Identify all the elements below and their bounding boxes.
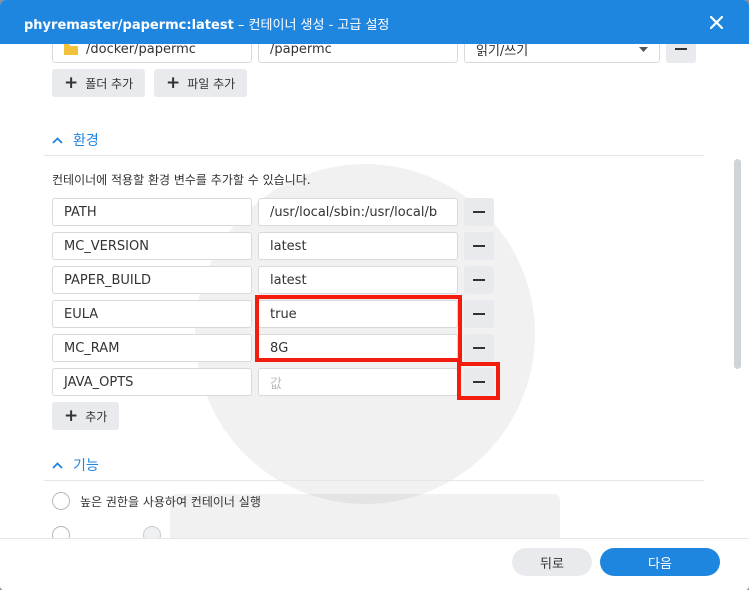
add-file-label: 파일 추가	[187, 76, 236, 91]
remove-env-button[interactable]	[464, 266, 494, 294]
env-value-field[interactable]: latest	[258, 266, 458, 294]
env-section-title: 환경	[73, 133, 99, 149]
volume-mode-select[interactable]: 읽기/쓰기	[464, 44, 660, 63]
minus-icon	[473, 347, 485, 349]
caret-down-icon	[639, 46, 648, 52]
add-file-button[interactable]: + 파일 추가	[154, 69, 248, 97]
next-button[interactable]: 다음	[600, 548, 720, 576]
env-value-text: /usr/local/sbin:/usr/local/b	[270, 204, 438, 220]
plus-icon: +	[64, 405, 79, 426]
env-name-text: EULA	[64, 306, 99, 322]
env-name-field[interactable]: PATH	[52, 198, 252, 226]
add-folder-label: 폴더 추가	[85, 76, 134, 91]
features-section-toggle[interactable]: 기능	[52, 455, 99, 475]
info-icon[interactable]	[143, 526, 161, 538]
highlight-eula-ram-values	[255, 295, 462, 362]
section-divider	[44, 155, 704, 156]
next-label: 다음	[648, 556, 672, 572]
remove-env-button[interactable]	[464, 300, 494, 328]
minus-icon	[473, 313, 485, 315]
env-value-field[interactable]: /usr/local/sbin:/usr/local/b	[258, 198, 458, 226]
env-value-text: latest	[270, 272, 307, 288]
advanced-settings-dialog: phyremaster/papermc:latest – 컨테이너 생성 - 고…	[0, 0, 749, 590]
plus-icon: +	[166, 72, 181, 93]
add-env-label: 추가	[85, 409, 108, 424]
dialog-title-suffix: – 컨테이너 생성 - 고급 설정	[233, 18, 390, 33]
env-name-field[interactable]: MC_RAM	[52, 334, 252, 362]
env-section-toggle[interactable]: 환경	[52, 130, 99, 150]
env-name-field[interactable]: PAPER_BUILD	[52, 266, 252, 294]
minus-icon	[473, 245, 485, 247]
minus-icon	[473, 211, 485, 213]
back-button[interactable]: 뒤로	[512, 548, 592, 576]
features-section-title: 기능	[73, 458, 99, 474]
volume-host-path-text: /docker/papermc	[86, 44, 196, 57]
volume-mount-path[interactable]: /papermc	[258, 44, 458, 63]
resource-limit-checkbox[interactable]	[52, 526, 70, 538]
env-name-field[interactable]: EULA	[52, 300, 252, 328]
env-value-text: latest	[270, 238, 307, 254]
section-divider	[44, 480, 704, 481]
env-name-field[interactable]: MC_VERSION	[52, 232, 252, 260]
remove-env-button[interactable]	[464, 334, 494, 362]
dialog-title: phyremaster/papermc:latest – 컨테이너 생성 - 고…	[24, 14, 389, 33]
env-description: 컨테이너에 적용할 환경 변수를 추가할 수 있습니다.	[52, 173, 311, 187]
dialog-footer: 뒤로 다음	[0, 538, 749, 590]
env-value-placeholder: 값	[270, 376, 282, 392]
chevron-up-icon	[52, 461, 63, 469]
privileged-option-label: 높은 권한을 사용하여 컨테이너 실행	[80, 495, 261, 509]
close-icon	[709, 15, 723, 29]
chevron-up-icon	[52, 136, 63, 144]
remove-env-button[interactable]	[464, 198, 494, 226]
volume-host-path[interactable]: /docker/papermc	[52, 44, 252, 63]
minus-icon	[675, 48, 687, 50]
dialog-titlebar: phyremaster/papermc:latest – 컨테이너 생성 - 고…	[0, 0, 749, 44]
volume-mount-path-text: /papermc	[270, 44, 332, 57]
minus-icon	[473, 279, 485, 281]
dialog-content[interactable]: /docker/papermc /papermc 읽기/쓰기 + 폴더 추가 +…	[0, 44, 749, 538]
add-folder-button[interactable]: + 폴더 추가	[52, 69, 146, 97]
dialog-title-image: phyremaster/papermc:latest	[24, 18, 234, 33]
highlight-remove-java-opts	[457, 362, 500, 400]
volume-mode-text: 읽기/쓰기	[476, 44, 529, 59]
privileged-option-checkbox[interactable]	[52, 492, 70, 510]
plus-icon: +	[64, 72, 79, 93]
remove-volume-button[interactable]	[666, 44, 696, 63]
env-name-text: MC_RAM	[64, 340, 120, 356]
env-name-text: JAVA_OPTS	[64, 374, 134, 390]
add-env-button[interactable]: + 추가	[52, 402, 120, 430]
env-value-field[interactable]: 값	[258, 368, 458, 396]
env-name-text: PATH	[64, 204, 97, 220]
remove-env-button[interactable]	[464, 232, 494, 260]
env-name-text: MC_VERSION	[64, 238, 149, 254]
folder-icon	[64, 44, 78, 55]
env-name-text: PAPER_BUILD	[64, 272, 152, 288]
content-scrollbar[interactable]	[734, 159, 741, 369]
back-label: 뒤로	[540, 556, 564, 572]
env-value-field[interactable]: latest	[258, 232, 458, 260]
close-button[interactable]	[705, 11, 727, 33]
env-name-field[interactable]: JAVA_OPTS	[52, 368, 252, 396]
